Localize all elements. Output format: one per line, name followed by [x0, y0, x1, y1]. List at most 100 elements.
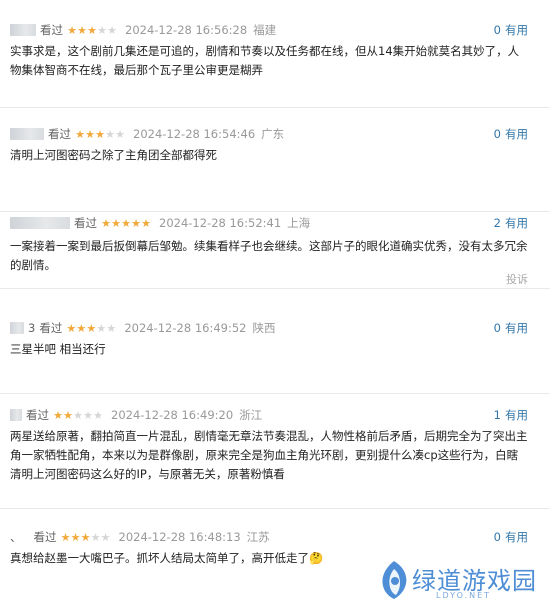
- username[interactable]: 、: [10, 529, 22, 545]
- rating-stars: ★ ★ ★ ★ ★: [67, 25, 117, 36]
- comment-item: 看过 ★ ★ ★ ★ ★ 2024-12-28 16:49:20 浙江 1 有用 两星送…: [0, 405, 550, 509]
- useful-label: 有用: [505, 216, 528, 230]
- star-empty-icon: ★: [115, 127, 125, 141]
- comment-location: 陕西: [252, 321, 276, 335]
- star-empty-icon: ★: [100, 530, 111, 544]
- star-filled-icon: ★: [86, 321, 97, 335]
- star-filled-icon: ★: [80, 530, 91, 544]
- rating-stars: ★ ★ ★ ★ ★: [66, 323, 116, 334]
- star-empty-icon: ★: [93, 408, 103, 422]
- star-filled-icon: ★: [75, 127, 85, 141]
- star-filled-icon: ★: [131, 216, 141, 230]
- star-filled-icon: ★: [60, 530, 71, 544]
- comment-location: 浙江: [239, 408, 263, 422]
- comment-location: 广东: [261, 127, 285, 141]
- comment-time: 2024-12-28 16:49:20: [111, 408, 234, 422]
- comment-item: 看过 ★ ★ ★ ★ ★ 2024-12-28 16:52:41 上海 2 有用 一案接…: [0, 213, 550, 289]
- star-empty-icon: ★: [73, 408, 83, 422]
- rating-stars: ★ ★ ★ ★ ★: [75, 129, 125, 140]
- comment-text: 三星半吧 相当还行: [10, 342, 106, 356]
- username[interactable]: 3: [28, 321, 35, 335]
- star-empty-icon: ★: [90, 530, 101, 544]
- useful-count: 2: [493, 216, 501, 230]
- star-filled-icon: ★: [53, 408, 63, 422]
- useful-button[interactable]: 0 有用: [494, 318, 528, 338]
- comment-item: 看过 ★ ★ ★ ★ ★ 2024-12-28 16:56:28 福建 0 有用 实事求…: [0, 20, 550, 108]
- username-blurred[interactable]: [10, 217, 70, 229]
- comment-text: 一案接着一案到最后扳倒幕后邹勉。续集看样子也会继续。这部片子的眼化道确实优秀，没…: [10, 239, 528, 272]
- useful-count: 0: [493, 23, 501, 37]
- useful-label: 有用: [505, 530, 528, 544]
- comment-time: 2024-12-28 16:54:46: [133, 127, 256, 141]
- watched-status: 看过: [39, 321, 63, 335]
- star-filled-icon: ★: [111, 216, 121, 230]
- comment-time: 2024-12-28 16:48:13: [118, 530, 241, 544]
- username-blurred[interactable]: [10, 409, 22, 421]
- star-empty-icon: ★: [97, 23, 107, 37]
- username-blurred[interactable]: [10, 24, 36, 36]
- watched-status: 看过: [26, 408, 49, 422]
- comment-meta: 、 看过 ★ ★ ★ ★ ★ 2024-12-28 16:48:13 江苏: [10, 527, 270, 547]
- comment-time: 2024-12-28 16:49:52: [124, 321, 247, 335]
- comment-location: 上海: [287, 216, 311, 230]
- star-filled-icon: ★: [76, 321, 87, 335]
- star-empty-icon: ★: [83, 408, 93, 422]
- star-filled-icon: ★: [67, 23, 77, 37]
- watched-status: 看过: [33, 530, 57, 544]
- comment-text: 清明上河图密码之除了主角团全部都得死: [10, 148, 217, 162]
- star-filled-icon: ★: [70, 530, 81, 544]
- useful-count: 1: [493, 408, 501, 422]
- star-empty-icon: ★: [106, 321, 117, 335]
- report-link[interactable]: 投诉: [506, 271, 528, 287]
- useful-button[interactable]: 2 有用: [494, 213, 528, 233]
- star-empty-icon: ★: [105, 127, 115, 141]
- star-filled-icon: ★: [121, 216, 131, 230]
- star-filled-icon: ★: [141, 216, 151, 230]
- watched-status: 看过: [40, 23, 63, 37]
- comment-time: 2024-12-28 16:56:28: [125, 23, 248, 37]
- useful-button[interactable]: 0 有用: [494, 124, 528, 144]
- star-filled-icon: ★: [66, 321, 77, 335]
- comment-text: 实事求是，这个剧前几集还是可追的，剧情和节奏以及任务都在线，但从14集开始就莫名…: [10, 44, 520, 77]
- watched-status: 看过: [74, 216, 97, 230]
- star-filled-icon: ★: [85, 127, 95, 141]
- comment-location: 江苏: [246, 530, 270, 544]
- star-filled-icon: ★: [77, 23, 87, 37]
- star-filled-icon: ★: [63, 408, 73, 422]
- useful-button[interactable]: 1 有用: [494, 405, 528, 425]
- logo-domain: LDYO.NET: [436, 591, 492, 600]
- useful-count: 0: [493, 321, 501, 335]
- comment-item: 3 看过 ★ ★ ★ ★ ★ 2024-12-28 16:49:52 陕西 0 有用 三…: [0, 318, 550, 394]
- useful-count: 0: [493, 127, 501, 141]
- rating-stars: ★ ★ ★ ★ ★: [101, 218, 151, 229]
- comment-meta: 看过 ★ ★ ★ ★ ★ 2024-12-28 16:49:20 浙江: [10, 405, 262, 425]
- star-filled-icon: ★: [87, 23, 97, 37]
- comment-meta: 看过 ★ ★ ★ ★ ★ 2024-12-28 16:54:46 广东: [10, 124, 284, 144]
- username-blurred[interactable]: [10, 322, 24, 334]
- useful-count: 0: [493, 530, 501, 544]
- rating-stars: ★ ★ ★ ★ ★: [53, 410, 103, 421]
- comment-text: 两星送给原著，翻拍简直一片混乱，剧情毫无章法节奏混乱，人物性格前后矛盾，后期完全…: [10, 429, 528, 481]
- username-blurred[interactable]: [26, 531, 30, 543]
- watched-status: 看过: [48, 127, 71, 141]
- useful-label: 有用: [505, 127, 528, 141]
- username-blurred[interactable]: [10, 128, 44, 140]
- star-filled-icon: ★: [101, 216, 111, 230]
- useful-button[interactable]: 0 有用: [494, 20, 528, 40]
- comment-time: 2024-12-28 16:52:41: [159, 216, 282, 230]
- logo-mark-icon: [382, 561, 407, 599]
- star-filled-icon: ★: [95, 127, 105, 141]
- useful-label: 有用: [505, 321, 528, 335]
- star-empty-icon: ★: [96, 321, 107, 335]
- useful-label: 有用: [505, 23, 528, 37]
- comment-meta: 3 看过 ★ ★ ★ ★ ★ 2024-12-28 16:49:52 陕西: [10, 318, 275, 338]
- useful-label: 有用: [505, 408, 528, 422]
- rating-stars: ★ ★ ★ ★ ★: [61, 532, 111, 543]
- site-watermark-logo: 绿道游戏园 LDYO.NET: [376, 559, 544, 603]
- comment-meta: 看过 ★ ★ ★ ★ ★ 2024-12-28 16:52:41 上海: [10, 213, 310, 233]
- useful-button[interactable]: 0 有用: [494, 527, 528, 547]
- star-empty-icon: ★: [107, 23, 117, 37]
- comment-meta: 看过 ★ ★ ★ ★ ★ 2024-12-28 16:56:28 福建: [10, 20, 276, 40]
- comment-item: 看过 ★ ★ ★ ★ ★ 2024-12-28 16:54:46 广东 0 有用 清明上…: [0, 124, 550, 212]
- comment-location: 福建: [253, 23, 277, 37]
